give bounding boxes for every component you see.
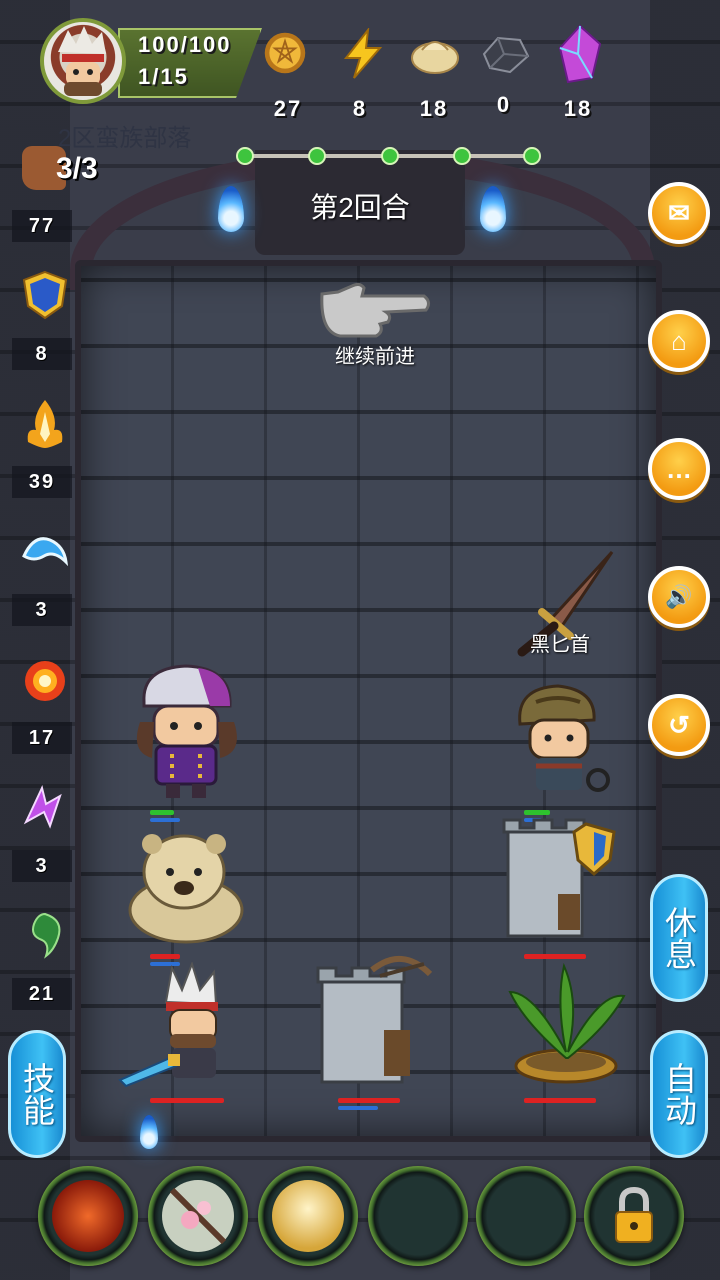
progress-node <box>453 147 471 165</box>
skill-slot-sakura-staff[interactable] <box>148 1166 248 1266</box>
skill-button[interactable]: 技能 <box>8 1030 66 1158</box>
resource-coin <box>262 30 308 81</box>
mail-icon: ✉ <box>668 197 690 228</box>
speaker-icon: 🔊 <box>665 584 693 609</box>
zone-title: 2区蛮族部落 <box>58 125 192 152</box>
ore-icon <box>482 36 530 74</box>
resource-dumpling <box>410 32 460 81</box>
progress-node <box>308 147 326 165</box>
ninja-hero-avatar-icon <box>58 26 106 96</box>
dumpling-count: 18 <box>419 96 449 121</box>
player-hero-hp-bar <box>150 1098 224 1103</box>
poison-icon <box>32 912 61 959</box>
ore-count: 0 <box>496 92 512 117</box>
enemy-shield-tower-unit[interactable] <box>498 814 624 944</box>
fire-sword-icon <box>27 400 63 448</box>
ally-bear-unit[interactable] <box>124 824 248 944</box>
skill-slot-empty-1[interactable] <box>368 1166 468 1266</box>
attack-charges: 3/3 <box>56 152 98 185</box>
undo-arrow-icon: ↺ <box>668 709 690 740</box>
resource-crystal <box>556 24 604 89</box>
dumpling-icon <box>411 41 459 74</box>
resource-ore <box>480 32 530 81</box>
energy-icon <box>343 26 383 79</box>
energy-count: 8 <box>352 96 368 121</box>
phoenix-skill-icon <box>52 1180 124 1252</box>
fireball-icon <box>25 661 65 701</box>
auto-button[interactable]: 自动 <box>650 1030 708 1158</box>
lightning-icon <box>23 785 62 829</box>
water-wave-icon <box>22 537 69 567</box>
skill-slot-phoenix[interactable] <box>38 1166 138 1266</box>
padlock-icon <box>615 1186 653 1243</box>
progress-node <box>523 147 541 165</box>
back-button[interactable]: ↺ <box>648 694 710 756</box>
sakura-staff-skill-icon <box>162 1180 234 1252</box>
enemy-plant-unit[interactable] <box>504 962 630 1086</box>
ally-bear-hp-bar <box>150 954 180 959</box>
player-hero-unit[interactable] <box>110 962 250 1092</box>
stat-attack-value: 77 <box>12 210 72 242</box>
enemy-crossbow-tower-hp-bar <box>338 1098 400 1103</box>
coin-icon <box>264 32 306 74</box>
continue-label: 继续前进 <box>335 346 415 368</box>
rest-button[interactable]: 休息 <box>650 874 708 1002</box>
mail-button[interactable]: ✉ <box>648 182 710 244</box>
stat-poison-value: 21 <box>12 978 72 1010</box>
shield-icon <box>22 270 68 320</box>
skill-slot-holy-wing[interactable] <box>258 1166 358 1266</box>
skill-slot-locked[interactable] <box>584 1166 684 1266</box>
progress-node <box>381 147 399 165</box>
stat-water-value: 3 <box>12 594 72 626</box>
coin-count: 27 <box>273 96 303 121</box>
round-label: 第2回合 <box>310 192 410 223</box>
stat-defense-value: 8 <box>12 338 72 370</box>
resource-energy <box>338 26 388 85</box>
chat-button[interactable]: … <box>648 438 710 500</box>
sound-button[interactable]: 🔊 <box>648 566 710 628</box>
progress-node <box>236 147 254 165</box>
home-button[interactable]: ⌂ <box>648 310 710 372</box>
ally-mage-unit[interactable] <box>132 662 242 802</box>
stat-fire-value: 39 <box>12 466 72 498</box>
enemy-bandit-unit[interactable] <box>506 680 616 806</box>
enemy-crossbow-tower-unit[interactable] <box>312 952 438 1088</box>
crystal-count: 18 <box>563 96 593 121</box>
player-avatar[interactable] <box>40 18 126 104</box>
crystal-icon <box>558 24 602 84</box>
stat-burn-value: 17 <box>12 722 72 754</box>
enemy-plant-hp-bar <box>524 1098 596 1103</box>
enemy-crossbow-tower-mp-bar <box>338 1106 378 1110</box>
player-hp: 100/100 <box>138 32 232 57</box>
ally-mage-mp-bar <box>150 818 180 822</box>
chat-icon: … <box>666 453 692 484</box>
holy-wing-skill-icon <box>272 1180 344 1252</box>
stat-lightning-value: 3 <box>12 850 72 882</box>
ally-mage-hp-bar <box>150 810 174 815</box>
home-icon: ⌂ <box>671 325 687 356</box>
pointing-hand-icon[interactable] <box>318 282 432 338</box>
skill-slot-empty-2[interactable] <box>476 1166 576 1266</box>
loot-name: 黑匕首 <box>530 634 590 656</box>
player-level: 1/15 <box>138 64 189 89</box>
enemy-shield-tower-hp-bar <box>524 954 586 959</box>
